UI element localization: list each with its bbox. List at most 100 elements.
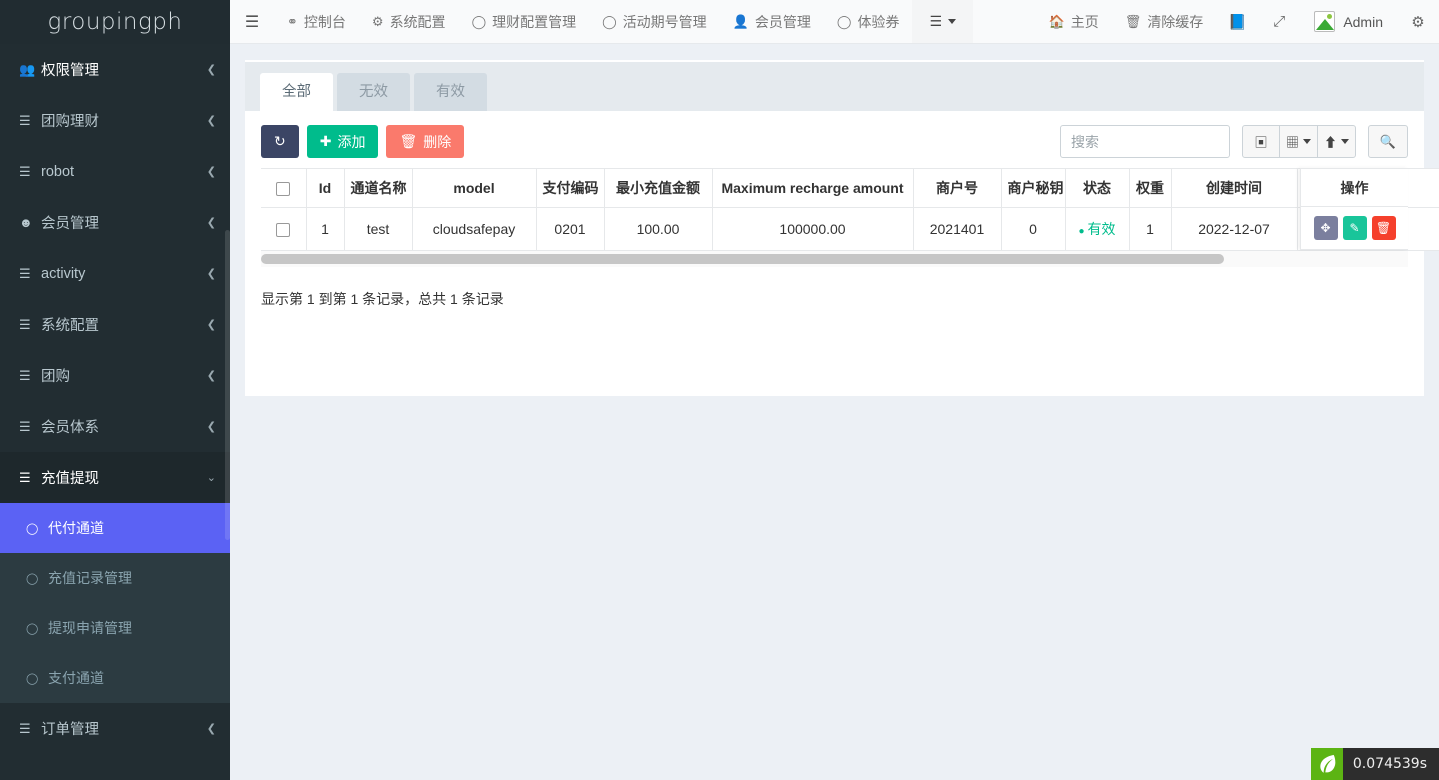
sidebar-subitem-daifutongdao[interactable]: ◯ 代付通道: [0, 503, 230, 553]
home-icon: 🏠: [1049, 14, 1065, 30]
sidebar-subitem-tixianshenqing[interactable]: ◯ 提现申请管理: [0, 603, 230, 653]
sidebar-item-tuangoulicai[interactable]: ☰ 团购理财 ❮: [0, 95, 230, 146]
navbar-links: ⚭ 控制台 ⚙ 系统配置 ◯ 理财配置管理 ◯ 活动期号管理 👤 会员管理 ◯ …: [274, 0, 912, 43]
table-row[interactable]: 1 test cloudsafepay 0201 100.00 100000.0…: [261, 208, 1439, 251]
nav-link-label: 控制台: [304, 12, 346, 32]
nav-link-licaipeizhi[interactable]: ◯ 理财配置管理: [459, 0, 590, 43]
nav-link-label: 会员管理: [755, 12, 811, 32]
column-weight[interactable]: 权重: [1129, 169, 1171, 208]
chevron-left-icon: ❮: [207, 722, 216, 735]
nav-link-xitongpeizhi[interactable]: ⚙ 系统配置: [359, 0, 459, 43]
select-all-checkbox[interactable]: [276, 182, 290, 196]
nav-link-huodongqihao[interactable]: ◯ 活动期号管理: [589, 0, 720, 43]
sidebar-item-xitongpeizhi[interactable]: ☰ 系统配置 ❮: [0, 299, 230, 350]
nav-link-qingchuhuancun[interactable]: 🗑 清除缓存: [1112, 0, 1217, 43]
nav-link-kongzhitai[interactable]: ⚭ 控制台: [274, 0, 359, 43]
columns-toggle-button[interactable]: ▣: [1242, 125, 1280, 158]
add-button[interactable]: ✚ 添加: [307, 125, 379, 158]
column-max-recharge[interactable]: Maximum recharge amount: [712, 169, 913, 208]
column-pay-code[interactable]: 支付编码: [536, 169, 604, 208]
bars-icon: ☰: [245, 12, 259, 32]
column-status[interactable]: 状态: [1065, 169, 1129, 208]
column-merchant-key[interactable]: 商户秘钥: [1001, 169, 1065, 208]
dashboard-icon: ⚭: [287, 14, 298, 30]
chevron-left-icon: ❮: [207, 63, 216, 76]
top-navbar: ☰ ⚭ 控制台 ⚙ 系统配置 ◯ 理财配置管理 ◯ 活动期号管理 👤 会员管理: [230, 0, 1439, 44]
column-actions: 操作: [1301, 168, 1408, 207]
row-select-cell[interactable]: [261, 208, 306, 251]
actions-fixed-column: 操作 ✥ ✎ 🗑: [1300, 168, 1408, 250]
sidebar-item-row[interactable]: ☰ activity ❮: [0, 248, 230, 299]
table-header-row: Id 通道名称 model 支付编码 最小充值金额 Maximum rechar…: [261, 169, 1439, 208]
sidebar-item-huiyuantixi[interactable]: ☰ 会员体系 ❮: [0, 401, 230, 452]
tab-invalid[interactable]: 无效: [337, 73, 410, 111]
nav-link-label: 理财配置管理: [492, 12, 576, 32]
nav-link-tiyanquan[interactable]: ◯ 体验券: [824, 0, 913, 43]
column-id[interactable]: Id: [306, 169, 344, 208]
settings-button[interactable]: ⚙: [1397, 0, 1439, 43]
export-icon: ⬆: [1324, 132, 1337, 151]
column-channel-name[interactable]: 通道名称: [344, 169, 412, 208]
tab-valid[interactable]: 有效: [414, 73, 487, 111]
chevron-left-icon: ❮: [207, 114, 216, 127]
sidebar-item-row[interactable]: ☰ 团购 ❮: [0, 350, 230, 401]
nav-link-zhuye[interactable]: 🏠 主页: [1036, 0, 1112, 43]
navbar-more-dropdown[interactable]: ☰: [912, 0, 973, 43]
nav-link-huiyuanguanli[interactable]: 👤 会员管理: [720, 0, 824, 43]
brand-logo[interactable]: groupingph: [0, 0, 230, 44]
nav-link-label: 体验券: [857, 12, 899, 32]
export-button[interactable]: ⬆: [1317, 125, 1356, 158]
search-submit-button[interactable]: 🔍: [1368, 125, 1408, 158]
sidebar-item-row[interactable]: ☰ 订单管理 ❮: [0, 703, 230, 754]
list-icon: ☰: [929, 13, 942, 30]
debugbar[interactable]: 0.074539s: [1311, 748, 1439, 780]
fullscreen-button[interactable]: ⤢: [1258, 0, 1300, 43]
user-icon: 👤: [733, 14, 749, 30]
sidebar-item-row[interactable]: ☰ 会员体系 ❮: [0, 401, 230, 452]
sidebar-item-chongzhitixian[interactable]: ☰ 充值提现 ⌄ ◯ 代付通道 ◯ 充值记录管理 ◯ 提现申请管理: [0, 452, 230, 703]
column-model[interactable]: model: [412, 169, 536, 208]
sidebar-subitem-chongzhijilu[interactable]: ◯ 充值记录管理: [0, 553, 230, 603]
sidebar-item-row[interactable]: ☰ robot ❮: [0, 146, 230, 197]
toolbar-right: ▣ ▦ ⬆ 🔍: [1060, 125, 1408, 158]
sidebar-item-quanxianguanli[interactable]: 👥 权限管理 ❮: [0, 44, 230, 95]
move-button[interactable]: ✥: [1314, 216, 1338, 240]
circle-o-icon: ◯: [26, 672, 48, 685]
arrows-icon: ✥: [1320, 221, 1330, 235]
list-icon: ☰: [19, 317, 41, 333]
sidebar-item-label: 权限管理: [41, 59, 207, 80]
column-min-recharge[interactable]: 最小充值金额: [604, 169, 712, 208]
channel-panel: 全部 无效 有效 ↻ ✚ 添加 🗑 删除: [245, 60, 1424, 396]
book-icon-button[interactable]: 📘: [1216, 0, 1258, 43]
scrollbar-thumb[interactable]: [261, 254, 1224, 264]
add-button-label: 添加: [337, 132, 365, 152]
table-horizontal-scrollbar[interactable]: [261, 251, 1408, 267]
expand-arrows-icon: ⤢: [1273, 13, 1285, 30]
sidebar-item-tuangou[interactable]: ☰ 团购 ❮: [0, 350, 230, 401]
sidebar-subitem-zhifutongdao[interactable]: ◯ 支付通道: [0, 653, 230, 703]
select-all-header[interactable]: [261, 169, 306, 208]
column-merchant-no[interactable]: 商户号: [913, 169, 1001, 208]
sidebar-item-row[interactable]: ☰ 系统配置 ❮: [0, 299, 230, 350]
sidebar-item-row[interactable]: ☰ 充值提现 ⌄: [0, 452, 230, 503]
sidebar-item-row[interactable]: ☻ 会员管理 ❮: [0, 197, 230, 248]
sidebar-item-activity[interactable]: ☰ activity ❮: [0, 248, 230, 299]
sidebar-item-huiyuanguanli[interactable]: ☻ 会员管理 ❮: [0, 197, 230, 248]
row-checkbox[interactable]: [276, 223, 290, 237]
sidebar-item-row[interactable]: 👥 权限管理 ❮: [0, 44, 230, 95]
user-menu[interactable]: Admin: [1300, 0, 1397, 43]
tab-all[interactable]: 全部: [260, 73, 333, 111]
delete-button[interactable]: 🗑 删除: [386, 125, 464, 158]
search-input[interactable]: [1060, 125, 1230, 158]
refresh-button[interactable]: ↻: [261, 125, 299, 158]
sidebar-item-dingdanguanli[interactable]: ☰ 订单管理 ❮: [0, 703, 230, 754]
grid-view-button[interactable]: ▦: [1279, 125, 1318, 158]
trash-icon: 🗑: [1125, 14, 1142, 30]
column-created-at[interactable]: 创建时间: [1171, 169, 1297, 208]
delete-row-button[interactable]: 🗑: [1372, 216, 1396, 240]
sidebar-toggle-button[interactable]: ☰: [230, 0, 274, 43]
edit-button[interactable]: ✎: [1343, 216, 1367, 240]
cell-max-recharge: 100000.00: [712, 208, 913, 251]
sidebar-item-robot[interactable]: ☰ robot ❮: [0, 146, 230, 197]
sidebar-item-row[interactable]: ☰ 团购理财 ❮: [0, 95, 230, 146]
